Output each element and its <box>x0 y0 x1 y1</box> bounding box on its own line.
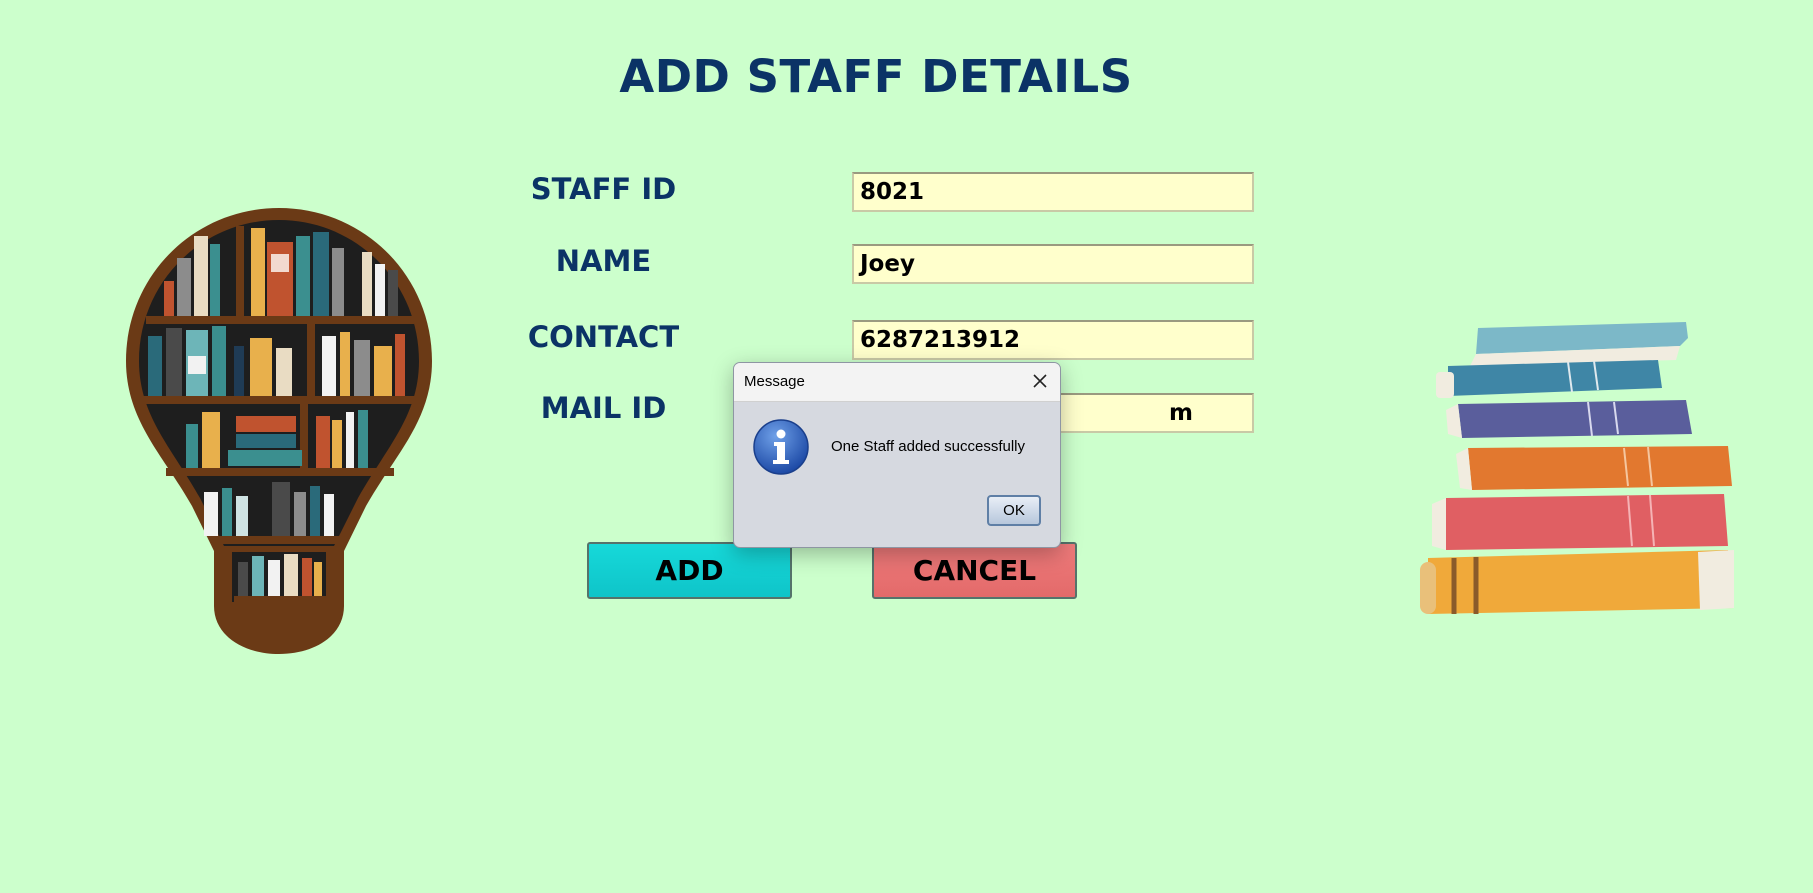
close-icon[interactable] <box>1030 371 1050 391</box>
name-label: NAME <box>555 244 652 278</box>
ok-button[interactable]: OK <box>987 495 1041 526</box>
add-button[interactable]: ADD <box>587 542 792 599</box>
staff-id-input[interactable]: 8021 <box>852 172 1254 212</box>
staff-id-label: STAFF ID <box>530 172 677 206</box>
message-dialog: Message One Staff added successfully OK <box>733 362 1061 548</box>
page-title: ADD STAFF DETAILS <box>619 50 1133 103</box>
dialog-titlebar[interactable]: Message <box>734 363 1060 402</box>
book-stack-illustration <box>1420 322 1734 614</box>
contact-label: CONTACT <box>527 320 680 354</box>
cancel-button[interactable]: CANCEL <box>872 542 1077 599</box>
lightbulb-bookshelf-illustration <box>126 208 432 654</box>
dialog-title: Message <box>744 373 805 390</box>
name-input[interactable]: Joey <box>852 244 1254 284</box>
contact-input[interactable]: 6287213912 <box>852 320 1254 360</box>
mail-id-label: MAIL ID <box>540 391 667 425</box>
info-icon <box>753 419 809 475</box>
dialog-message: One Staff added successfully <box>831 438 1026 455</box>
